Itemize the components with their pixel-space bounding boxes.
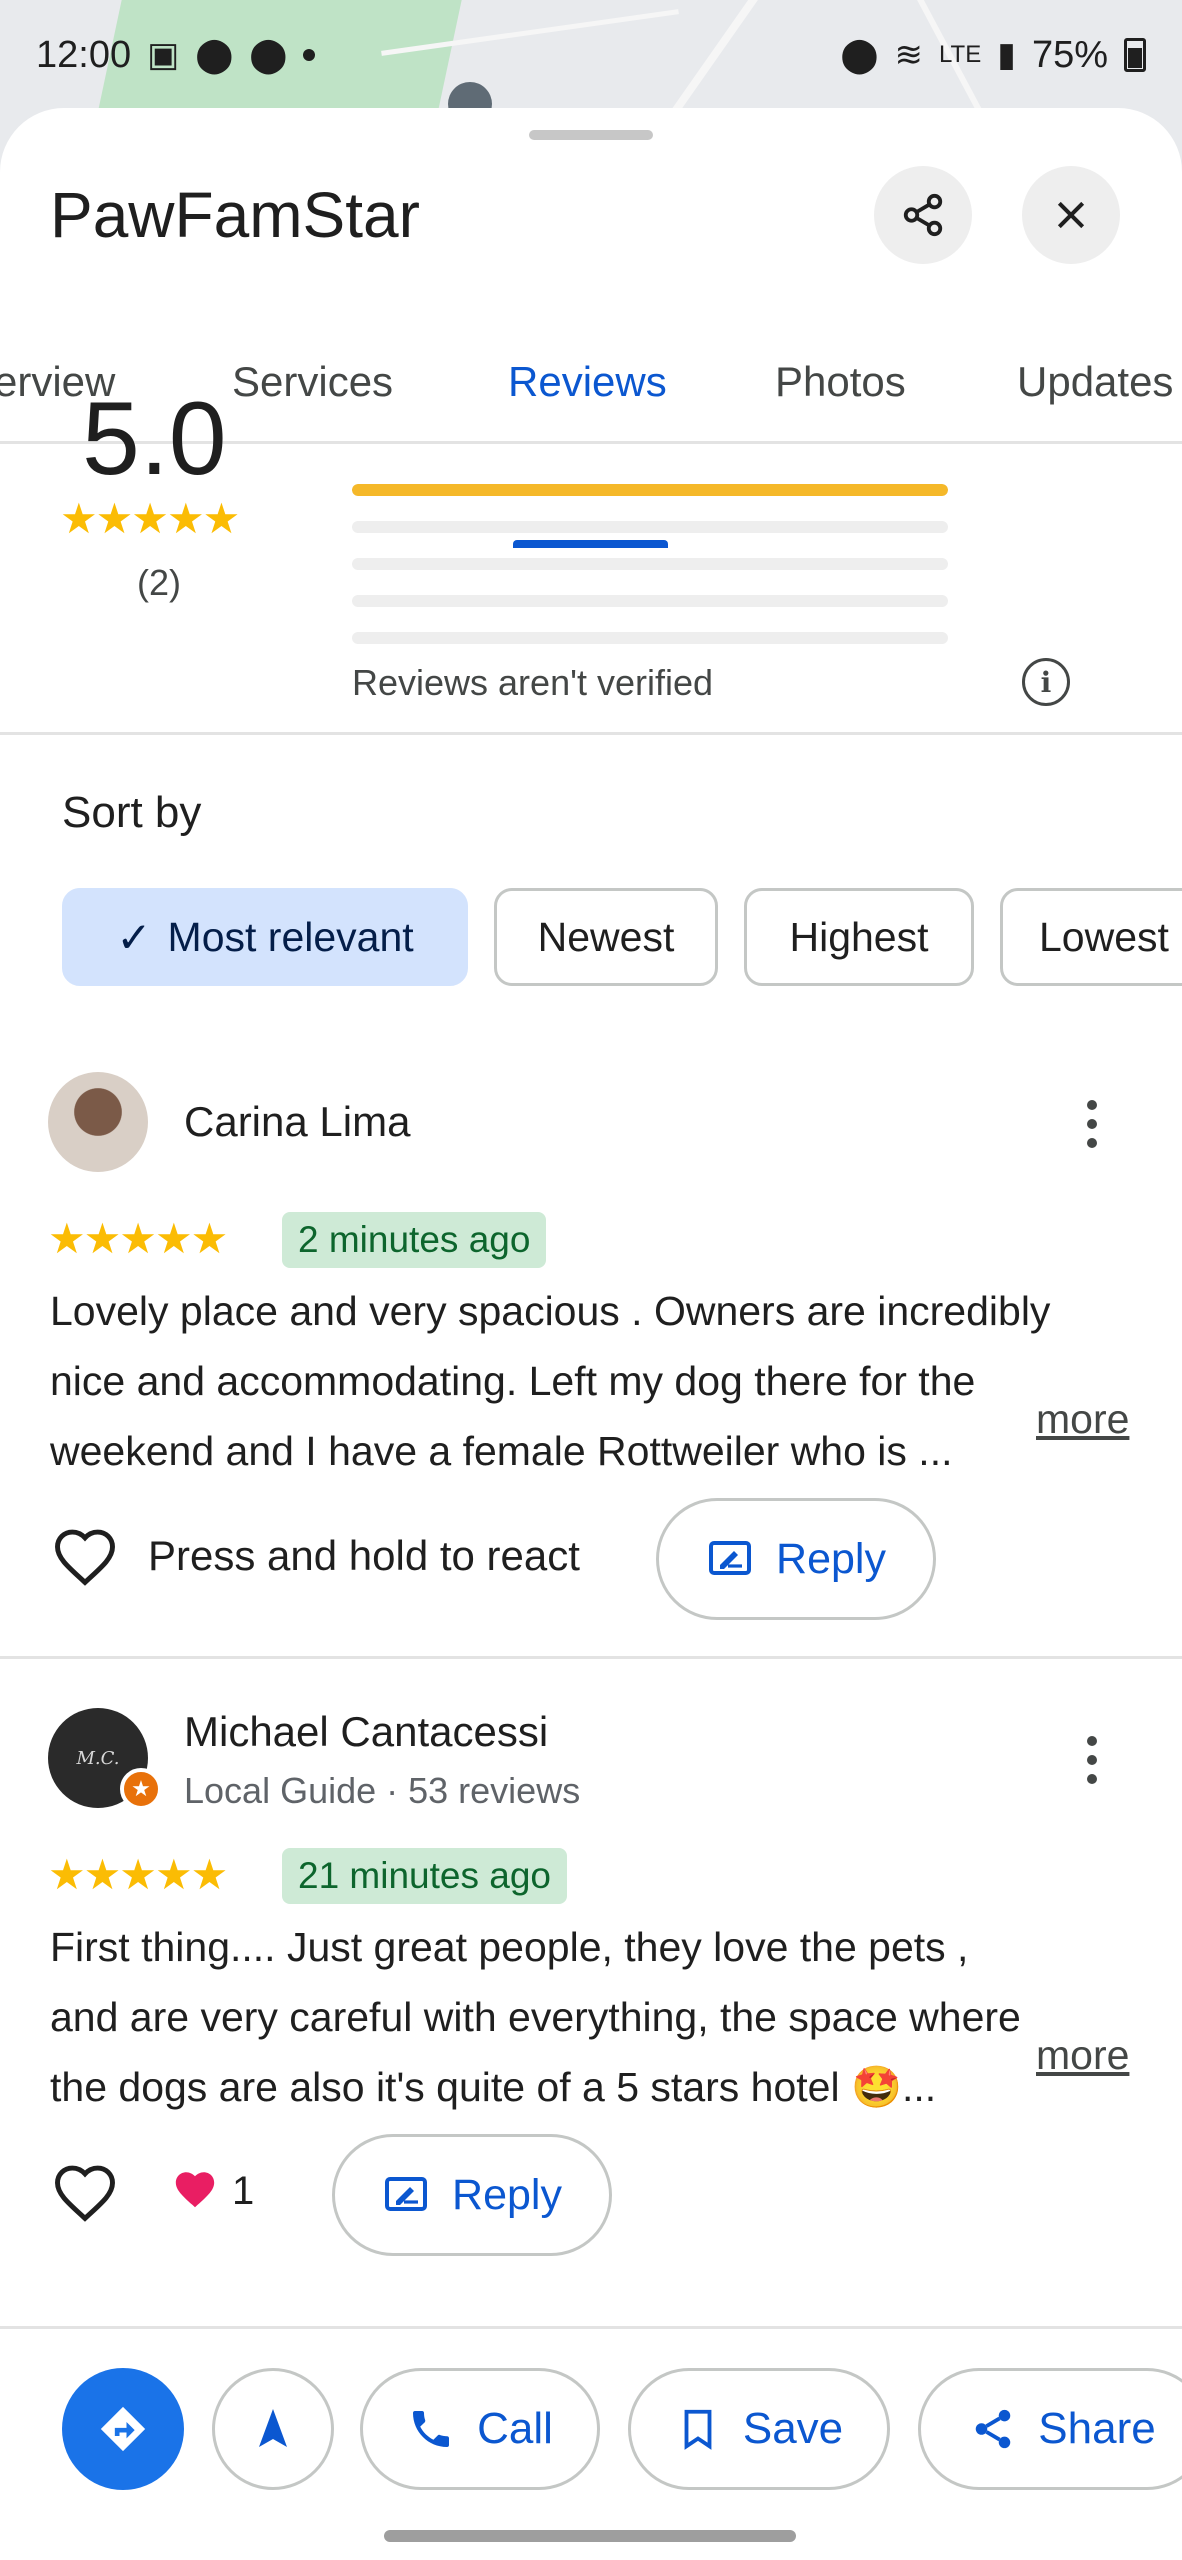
- more-options-button[interactable]: [1082, 1736, 1102, 1784]
- chip-label: Most relevant: [167, 913, 414, 960]
- tab-updates[interactable]: Updates: [1017, 358, 1173, 406]
- divider: [0, 2326, 1182, 2329]
- directions-icon: [100, 2406, 146, 2452]
- heart-icon[interactable]: [52, 2162, 118, 2228]
- reviewer-name[interactable]: Carina Lima: [184, 1098, 410, 1146]
- wifi-icon: ≋: [894, 36, 923, 74]
- more-link[interactable]: more: [1032, 1396, 1130, 1443]
- signal-icon: ▮: [997, 36, 1016, 74]
- sort-chip-lowest[interactable]: Lowest: [1000, 888, 1182, 986]
- tab-services[interactable]: Services: [232, 358, 393, 406]
- local-guide-badge-icon: ★: [120, 1768, 162, 1810]
- review-text[interactable]: Lovely place and very spacious . Owners …: [50, 1276, 1150, 1486]
- reaction-count: 1: [232, 2168, 255, 2213]
- navigation-arrow-icon: [259, 2409, 287, 2447]
- reply-label: Reply: [776, 1534, 886, 1583]
- rating-bar-4-stars: [352, 521, 948, 533]
- phone-icon: [413, 2411, 450, 2447]
- bookmark-icon: [684, 2409, 712, 2450]
- save-label: Save: [742, 2404, 844, 2453]
- more-link[interactable]: more: [1032, 2032, 1130, 2079]
- status-time: 12:00: [36, 33, 132, 76]
- start-navigation-button[interactable]: [212, 2368, 334, 2490]
- sort-by-label: Sort by: [62, 788, 202, 837]
- status-bar: 12:00 ▣ ⬤ ⬤ ⬤ ≋ LTE ▮ 75%: [0, 0, 1182, 110]
- rating-distribution: [352, 484, 948, 669]
- reviews-not-verified-note: Reviews aren't verified: [352, 662, 714, 703]
- share-icon: [976, 2409, 1011, 2449]
- place-sheet: PawFamStar erview Services Reviews Photo…: [0, 108, 1182, 2560]
- rating-stars: ★★★★★: [60, 495, 240, 542]
- divider: [0, 732, 1182, 735]
- tab-photos[interactable]: Photos: [775, 358, 906, 406]
- review-line: the dogs are also it's quite of a 5 star…: [50, 2064, 937, 2110]
- review-time-badge: 21 minutes ago: [282, 1848, 568, 1904]
- share-button[interactable]: [874, 166, 972, 264]
- review-text[interactable]: First thing.... Just great people, they …: [50, 1912, 1150, 2122]
- more-options-button[interactable]: [1082, 1100, 1102, 1148]
- press-hold-react-text: Press and hold to react: [148, 1532, 580, 1579]
- gesture-home-bar[interactable]: [384, 2530, 796, 2542]
- review-line: nice and accommodating. Left my dog ther…: [50, 1358, 976, 1404]
- reply-icon: [709, 1541, 752, 1575]
- avatar[interactable]: [48, 1072, 148, 1172]
- gallery-icon: ▣: [147, 36, 180, 74]
- close-button[interactable]: [1022, 166, 1120, 264]
- chip-label: Highest: [789, 913, 929, 960]
- call-button[interactable]: Call: [360, 2368, 600, 2490]
- average-rating: 5.0: [82, 381, 227, 497]
- directions-button[interactable]: [62, 2368, 184, 2490]
- review-line: Lovely place and very spacious . Owners …: [50, 1288, 1051, 1334]
- filled-heart-icon: [175, 2172, 215, 2208]
- review-line: weekend and I have a female Rottweiler w…: [50, 1428, 953, 1474]
- reply-label: Reply: [452, 2170, 562, 2219]
- share-place-button[interactable]: Share: [918, 2368, 1182, 2490]
- info-icon[interactable]: i: [1022, 658, 1070, 706]
- rating-bar-1-stars: [352, 632, 948, 644]
- battery-percent: 75%: [1031, 33, 1108, 76]
- rating-bar-3-stars: [352, 558, 948, 570]
- reviewer-subtitle: Local Guide · 53 reviews: [184, 1770, 581, 1811]
- review-line: First thing.... Just great people, they …: [50, 1924, 969, 1970]
- chip-label: Lowest: [1039, 913, 1169, 960]
- reviewer-name[interactable]: Michael Cantacessi: [184, 1708, 548, 1756]
- tab-reviews[interactable]: Reviews: [508, 358, 667, 406]
- reply-icon: [385, 2177, 428, 2211]
- battery-icon: [1124, 38, 1146, 72]
- notification-dot-icon: [303, 49, 316, 61]
- chip-label: Newest: [537, 913, 675, 960]
- reply-button[interactable]: Reply: [332, 2134, 612, 2256]
- rating-bar-2-stars: [352, 595, 948, 607]
- share-icon: [903, 193, 943, 237]
- save-button[interactable]: Save: [628, 2368, 890, 2490]
- review-stars: ★★★★★: [48, 1215, 228, 1262]
- sort-chip-highest[interactable]: Highest: [744, 888, 974, 986]
- place-title: PawFamStar: [50, 179, 420, 251]
- check-icon: ✓: [116, 913, 152, 961]
- location-icon: ⬤: [249, 36, 288, 74]
- location-icon: ⬤: [195, 36, 234, 74]
- call-label: Call: [477, 2404, 553, 2453]
- review-stars: ★★★★★: [48, 1851, 228, 1898]
- divider: [0, 1656, 1182, 1659]
- close-icon: [1057, 201, 1085, 229]
- sort-chip-newest[interactable]: Newest: [494, 888, 718, 986]
- location-icon: ⬤: [840, 36, 879, 74]
- reaction-summary[interactable]: 1: [172, 2168, 254, 2214]
- heart-icon[interactable]: [52, 1526, 118, 1592]
- share-label: Share: [1038, 2404, 1156, 2453]
- rating-bar-fill: [352, 484, 948, 496]
- network-type: LTE: [938, 41, 982, 68]
- review-line: and are very careful with everything, th…: [50, 1994, 1021, 2040]
- review-count: (2): [137, 562, 181, 603]
- sort-chip-most-relevant[interactable]: ✓ Most relevant: [62, 888, 468, 986]
- reply-button[interactable]: Reply: [656, 1498, 936, 1620]
- drag-handle[interactable]: [529, 130, 653, 140]
- rating-bar-5-stars: [352, 484, 948, 496]
- review-time-badge: 2 minutes ago: [282, 1212, 547, 1268]
